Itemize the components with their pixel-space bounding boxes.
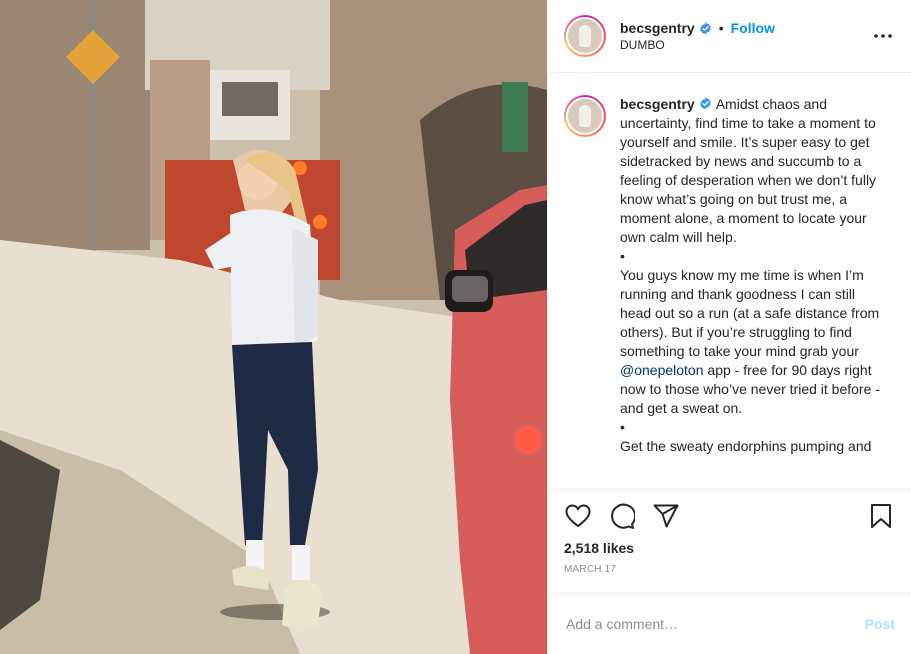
comment-input[interactable]: [566, 616, 865, 632]
verified-badge-icon: [699, 22, 711, 34]
caption-avatar[interactable]: [564, 95, 606, 137]
post-actions: 2,518 likes MARCH 17: [548, 489, 911, 593]
follow-button[interactable]: Follow: [731, 20, 775, 36]
avatar[interactable]: [564, 15, 606, 57]
mention-link[interactable]: @onepeloton: [620, 362, 704, 378]
caption-bullet: •: [620, 419, 625, 435]
header-text: becsgentry • Follow DUMBO: [620, 20, 871, 52]
action-icons: [564, 500, 895, 532]
caption: becsgentry Amidst chaos and uncertainty,…: [564, 95, 895, 456]
share-icon[interactable]: [652, 502, 680, 530]
post-date[interactable]: MARCH 17: [564, 564, 895, 575]
photo-illustration: [0, 0, 547, 654]
heart-icon[interactable]: [564, 502, 592, 530]
post-sidebar: becsgentry • Follow DUMBO becsgentry Ami…: [547, 0, 911, 654]
caption-bullet: •: [620, 248, 625, 264]
post-comment-button[interactable]: Post: [865, 616, 895, 632]
likes-count[interactable]: 2,518 likes: [564, 540, 895, 556]
post-photo[interactable]: [0, 0, 547, 654]
caption-paragraph: Get the sweaty endorphins pumping and: [620, 438, 872, 454]
comment-bar: Post: [548, 593, 911, 654]
caption-paragraph: Amidst chaos and uncertainty, find time …: [620, 96, 877, 245]
more-options-icon[interactable]: [871, 24, 895, 48]
separator-dot: •: [718, 20, 724, 36]
caption-username-link[interactable]: becsgentry: [620, 96, 695, 112]
caption-scroll-area[interactable]: becsgentry Amidst chaos and uncertainty,…: [548, 73, 911, 489]
username-link[interactable]: becsgentry: [620, 20, 695, 36]
instagram-post: becsgentry • Follow DUMBO becsgentry Ami…: [0, 0, 911, 654]
location-link[interactable]: DUMBO: [620, 38, 871, 52]
post-header: becsgentry • Follow DUMBO: [548, 0, 911, 73]
caption-text: becsgentry Amidst chaos and uncertainty,…: [620, 95, 882, 456]
bookmark-icon[interactable]: [867, 502, 895, 530]
verified-badge-icon: [699, 97, 711, 110]
caption-paragraph: You guys know my me time is when I’m run…: [620, 266, 882, 418]
caption-text-segment: You guys know my me time is when I’m run…: [620, 267, 880, 359]
comment-icon[interactable]: [608, 502, 636, 530]
